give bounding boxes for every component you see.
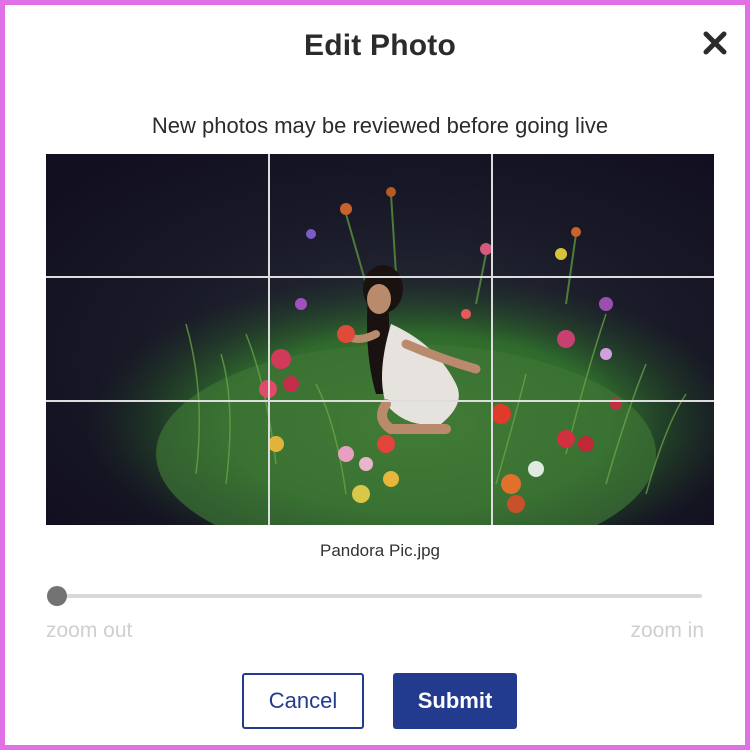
review-notice: New photos may be reviewed before going … [151,113,609,138]
zoom-out-label: zoom out [46,619,133,642]
submit-button[interactable]: Submit [393,673,517,729]
grid-line-vertical-2 [491,154,493,525]
photo-image [46,154,714,525]
photo-crop-area[interactable] [46,154,714,525]
zoom-in-label: zoom in [630,619,704,642]
grid-line-vertical-1 [268,154,270,525]
cancel-button[interactable]: Cancel [242,673,364,729]
zoom-slider-track[interactable] [56,594,702,598]
grid-line-horizontal-1 [46,276,714,278]
dialog-title: Edit Photo [304,29,456,62]
zoom-slider[interactable] [46,585,702,607]
zoom-slider-thumb[interactable] [47,586,67,606]
edit-photo-dialog: Edit Photo New photos may be reviewed be… [0,0,750,750]
grid-line-horizontal-2 [46,400,714,402]
close-icon[interactable] [699,27,731,59]
photo-file-name: Pandora Pic.jpg [319,541,441,560]
